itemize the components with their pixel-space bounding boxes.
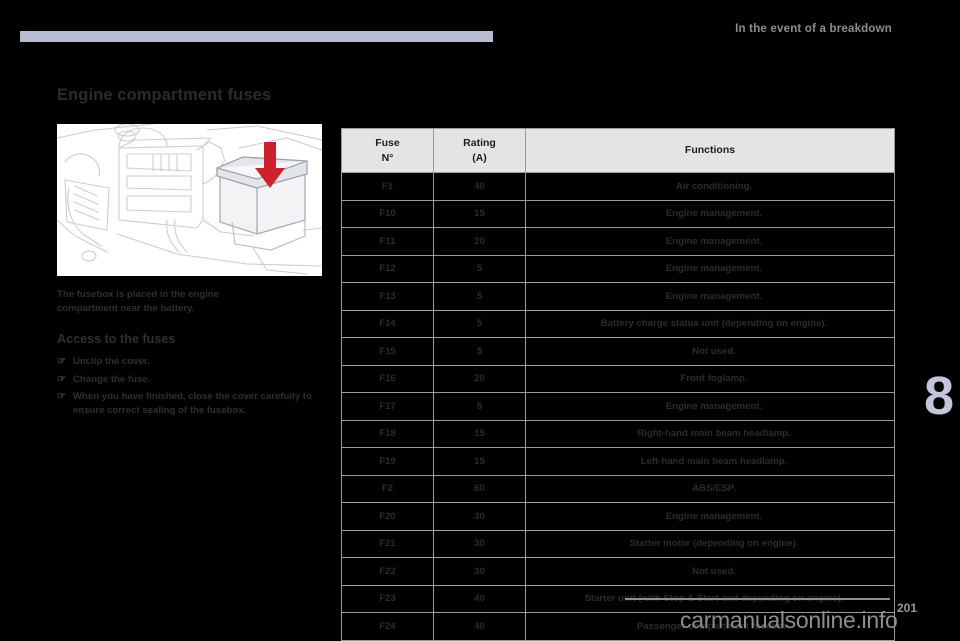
cell-function: Battery charge status unit (depending on… [525, 309, 895, 338]
cell-function: Left-hand main beam headlamp. [525, 447, 895, 476]
pointing-hand-icon: ☞ [57, 356, 66, 368]
cell-rating: 40 [433, 612, 526, 641]
cell-rating: 30 [433, 502, 526, 531]
chapter-side-tab: 8 [918, 350, 960, 442]
cell-fuse: F1 [341, 172, 434, 201]
cell-rating: 5 [433, 337, 526, 366]
cell-fuse: F10 [341, 199, 434, 228]
table-row: F2 60 ABS/ESP. [341, 474, 895, 503]
cell-rating: 40 [433, 584, 526, 613]
column-header-functions: Functions [525, 128, 895, 173]
header-accent-bar [20, 31, 493, 42]
cell-fuse: F11 [341, 227, 434, 256]
cell-rating: 30 [433, 529, 526, 558]
cell-function: ABS/ESP. [525, 474, 895, 503]
page-title: Engine compartment fuses [57, 86, 272, 104]
cell-rating: 20 [433, 364, 526, 393]
table-row: F13 5 Engine management. [341, 282, 895, 311]
table-row: F22 30 Not used. [341, 557, 895, 586]
cell-rating: 5 [433, 309, 526, 338]
cell-function: Not used. [525, 337, 895, 366]
cell-function: Front foglamp. [525, 364, 895, 393]
cell-function: Air conditioning. [525, 172, 895, 201]
cell-function: Right-hand main beam headlamp. [525, 419, 895, 448]
column-header-fuse: Fuse N° [341, 128, 434, 173]
table-row: F1 40 Air conditioning. [341, 172, 895, 201]
column-header-fuse-line2: N° [381, 151, 394, 164]
page-number: 201 [897, 601, 918, 615]
table-row: F18 15 Right-hand main beam headlamp. [341, 419, 895, 448]
cell-fuse: F2 [341, 474, 434, 503]
list-item: ☞ Unclip the cover. [57, 355, 323, 370]
table-row: F12 5 Engine management. [341, 254, 895, 283]
cell-fuse: F20 [341, 502, 434, 531]
cell-fuse: F13 [341, 282, 434, 311]
cell-function: Engine management. [525, 392, 895, 421]
cell-function: Engine management. [525, 254, 895, 283]
table-row: F21 30 Starter motor (depending on engine)… [341, 529, 895, 558]
cell-rating: 5 [433, 254, 526, 283]
table-row: F20 30 Engine management. [341, 502, 895, 531]
cell-function: Engine management. [525, 502, 895, 531]
cell-function: Engine management. [525, 282, 895, 311]
table-row: F17 5 Engine management. [341, 392, 895, 421]
table-row: F14 5 Battery charge status unit (dependin… [341, 309, 895, 338]
engine-bay-fusebox-illustration [57, 124, 322, 276]
table-row: F10 15 Engine management. [341, 199, 895, 228]
table-row: F19 15 Left-hand main beam headlamp. [341, 447, 895, 476]
cell-fuse: F22 [341, 557, 434, 586]
fuse-table-body: F1 40 Air conditioning. F10 15 Engine managem… [341, 172, 895, 641]
steps-list: ☞ Unclip the cover. ☞ Change the fuse. ☞… [57, 355, 323, 418]
column-header-rating-line2: (A) [472, 151, 487, 164]
site-watermark: carmanualsonline.info [680, 607, 898, 633]
list-item: ☞ When you have finished, close the cove… [57, 390, 323, 418]
cell-fuse: F19 [341, 447, 434, 476]
cell-rating: 40 [433, 172, 526, 201]
cell-rating: 20 [433, 227, 526, 256]
cell-fuse: F23 [341, 584, 434, 613]
cell-fuse: F15 [341, 337, 434, 366]
cell-rating: 60 [433, 474, 526, 503]
cell-function: Engine management. [525, 199, 895, 228]
cell-rating: 15 [433, 447, 526, 476]
section-heading: Access to the fuses [57, 332, 176, 347]
cell-rating: 15 [433, 419, 526, 448]
cell-function: Not used. [525, 557, 895, 586]
chapter-number: 8 [923, 366, 955, 426]
step-text: When you have finished, close the cover … [73, 391, 312, 417]
cell-fuse: F16 [341, 364, 434, 393]
cell-rating: 15 [433, 199, 526, 228]
illustration-caption: The fusebox is placed in the engine comp… [57, 289, 220, 314]
table-row: F16 20 Front foglamp. [341, 364, 895, 393]
footer-rule [625, 598, 890, 600]
list-item: ☞ Change the fuse. [57, 373, 323, 388]
cell-rating: 5 [433, 392, 526, 421]
cell-rating: 30 [433, 557, 526, 586]
table-header-row: Fuse N° Rating (A) Functions [341, 128, 895, 173]
cell-fuse: F14 [341, 309, 434, 338]
pointing-hand-icon: ☞ [57, 373, 66, 385]
table-row: F11 20 Engine management. [341, 227, 895, 256]
cell-fuse: F21 [341, 529, 434, 558]
cell-function: Engine management. [525, 227, 895, 256]
cell-fuse: F24 [341, 612, 434, 641]
column-header-rating-line1: Rating [463, 137, 496, 150]
pointing-hand-icon: ☞ [57, 391, 66, 403]
cell-fuse: F17 [341, 392, 434, 421]
cell-fuse: F18 [341, 419, 434, 448]
table-row: F15 5 Not used. [341, 337, 895, 366]
cell-rating: 5 [433, 282, 526, 311]
column-header-rating: Rating (A) [433, 128, 526, 173]
column-header-fuse-line1: Fuse [375, 137, 400, 150]
step-text: Change the fuse. [73, 373, 151, 385]
step-text: Unclip the cover. [73, 356, 150, 368]
left-content-column: Engine compartment fuses The fusebox is … [57, 86, 323, 421]
fuse-table: Fuse N° Rating (A) Functions F1 40 Air con… [341, 128, 895, 641]
cell-function: Starter motor (depending on engine). [525, 529, 895, 558]
cell-fuse: F12 [341, 254, 434, 283]
chapter-title: In the event of a breakdown [735, 23, 892, 35]
